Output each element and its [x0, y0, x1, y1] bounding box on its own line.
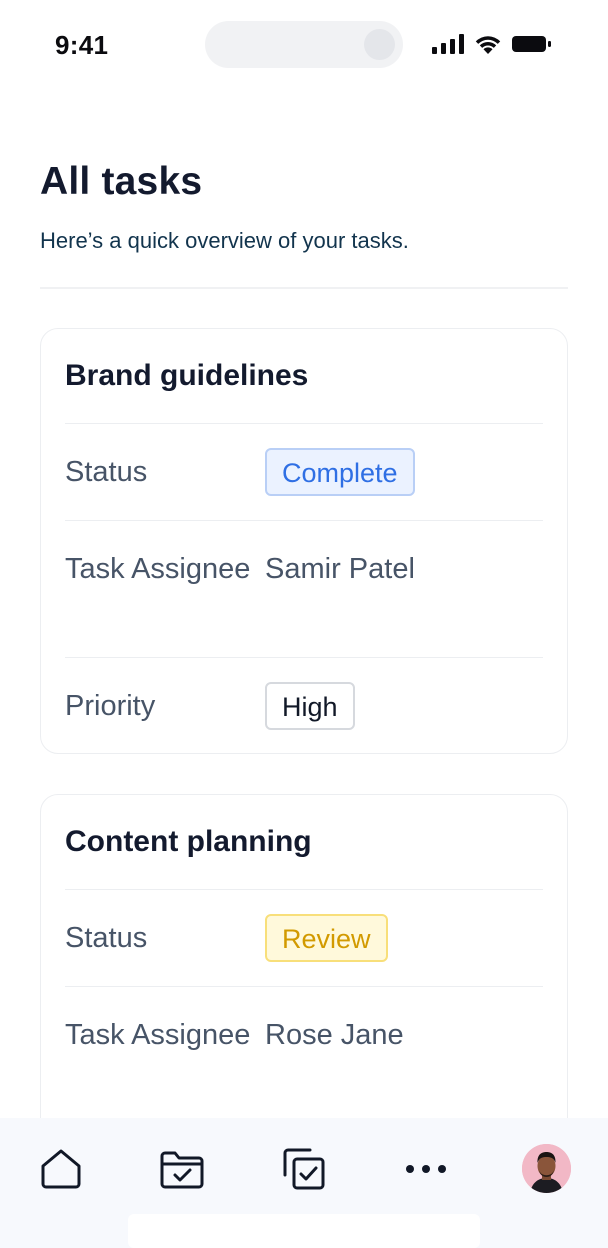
priority-badge[interactable]: High — [265, 682, 355, 730]
profile-photo — [522, 1144, 571, 1193]
nav-home[interactable] — [38, 1146, 84, 1192]
nav-tasks[interactable] — [281, 1146, 327, 1192]
task-card-brand-guidelines[interactable]: Brand guidelines Status Complete Task As… — [40, 328, 568, 754]
priority-row: Priority High — [65, 658, 543, 754]
page-title: All tasks — [40, 160, 203, 203]
battery-icon — [512, 36, 551, 52]
home-indicator — [128, 1214, 480, 1248]
bottom-nav — [0, 1118, 608, 1248]
status-time: 9:41 — [55, 30, 109, 60]
camera-dot — [364, 29, 395, 60]
status-icons — [432, 34, 552, 54]
more-icon — [406, 1165, 446, 1173]
status-badge[interactable]: Review — [265, 914, 388, 962]
page-header: All tasks Here’s a quick overview of you… — [40, 160, 568, 254]
avatar[interactable] — [522, 1144, 571, 1193]
assignee-value: Rose Jane — [265, 1019, 404, 1051]
status-label: Status — [65, 922, 148, 954]
home-icon — [41, 1149, 81, 1189]
tasks-check-icon — [283, 1148, 325, 1190]
status-label: Status — [65, 456, 148, 488]
header-divider — [40, 287, 568, 289]
assignee-label: Task Assignee — [65, 553, 251, 585]
assignee-value: Samir Patel — [265, 553, 415, 585]
dynamic-island — [205, 21, 403, 68]
assignee-row: Task Assignee Rose Jane — [65, 987, 543, 1124]
task-title: Content planning — [65, 795, 543, 890]
nav-projects[interactable] — [159, 1146, 205, 1192]
status-row: Status Review — [65, 890, 543, 987]
status-bar: 9:41 — [0, 0, 608, 90]
wifi-icon — [475, 36, 501, 54]
task-title: Brand guidelines — [65, 329, 543, 424]
nav-more[interactable] — [403, 1146, 449, 1192]
priority-label: Priority — [65, 690, 156, 722]
cellular-signal-icon — [432, 34, 464, 54]
assignee-label: Task Assignee — [65, 1019, 251, 1051]
page-subtitle: Here’s a quick overview of your tasks. — [40, 228, 409, 253]
folder-check-icon — [160, 1151, 204, 1189]
status-row: Status Complete — [65, 424, 543, 521]
screen: 9:41 All tasks Here’s a quick overview o… — [0, 0, 608, 1248]
assignee-row: Task Assignee Samir Patel — [65, 521, 543, 658]
status-badge[interactable]: Complete — [265, 448, 415, 496]
